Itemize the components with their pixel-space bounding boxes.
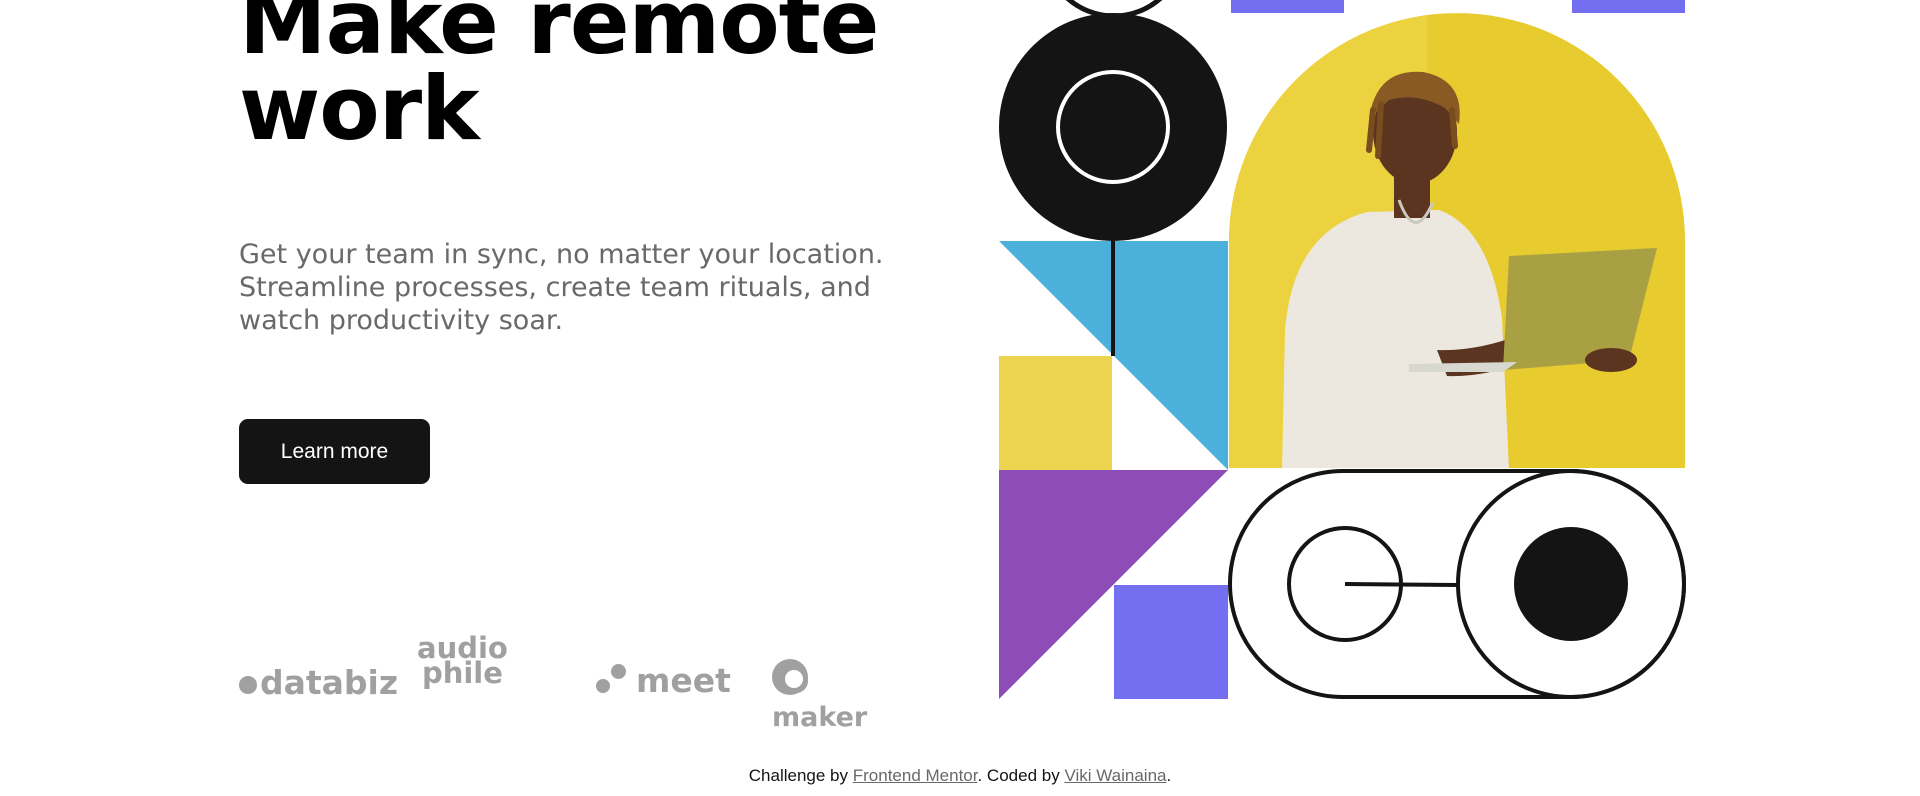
hero-description-line: watch productivity soar. [239,305,564,336]
databiz-wordmark: databiz [260,663,399,702]
frontend-mentor-link[interactable]: Frontend Mentor [853,766,978,785]
black-circle-shape [999,13,1227,241]
author-link[interactable]: Viki Wainaina [1064,766,1166,785]
databiz-logo: databiz [239,666,398,700]
hero-description-line: Get your team in sync, no matter your lo… [239,239,884,270]
attribution-prefix: Challenge by [748,766,853,785]
hero-title-line: work [239,57,480,160]
maker-logo: maker [772,658,899,738]
meet-logo: meet [596,661,731,701]
learn-more-button[interactable]: Learn more [239,419,430,484]
audiophile-logo: audio phile [417,634,508,690]
databiz-dot-icon [239,676,257,694]
violet-square-shape [1114,585,1228,699]
meet-dots-icon [596,662,630,696]
attribution-middle: . Coded by [977,766,1065,785]
hero-description-line: Streamline processes, create team ritual… [239,272,871,303]
attribution-footer: Challenge by Frontend Mentor. Coded by V… [0,766,1920,786]
audiophile-wordmark-line: phile [421,656,503,690]
person-photo [1229,13,1685,469]
top-violet-bar-right [1572,0,1685,13]
attribution-suffix: . [1166,766,1172,785]
remote-work-illustration [999,0,1686,699]
yellow-square-shape [999,356,1112,470]
top-violet-bar-left [1231,0,1344,13]
hero-title: Make remote work [239,0,879,160]
hero-description: Get your team in sync, no matter your lo… [239,238,919,337]
client-logos: databiz audio phile meet maker [239,634,899,733]
maker-wordmark: maker [772,702,868,733]
maker-mark-icon [772,659,808,695]
toggle-shape [1228,469,1686,699]
meet-wordmark: meet [636,661,731,700]
